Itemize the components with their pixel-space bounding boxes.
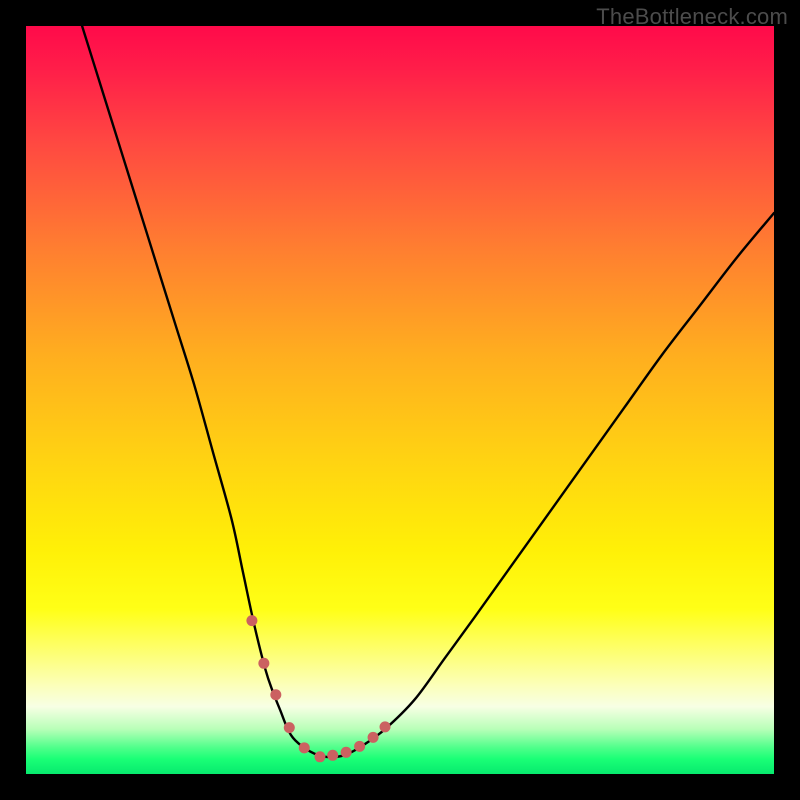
marker-point (327, 750, 338, 761)
watermark-text: TheBottleneck.com (596, 4, 788, 30)
bottleneck-curve (82, 26, 774, 757)
marker-point (299, 742, 310, 753)
plot-area (26, 26, 774, 774)
marker-point (284, 722, 295, 733)
marker-point (314, 751, 325, 762)
marker-point (341, 747, 352, 758)
chart-container: TheBottleneck.com (0, 0, 800, 800)
marker-point (368, 732, 379, 743)
marker-point (354, 741, 365, 752)
marker-point (270, 689, 281, 700)
marker-group (246, 615, 390, 762)
marker-point (258, 658, 269, 669)
marker-point (246, 615, 257, 626)
marker-point (380, 721, 391, 732)
curve-layer (26, 26, 774, 774)
